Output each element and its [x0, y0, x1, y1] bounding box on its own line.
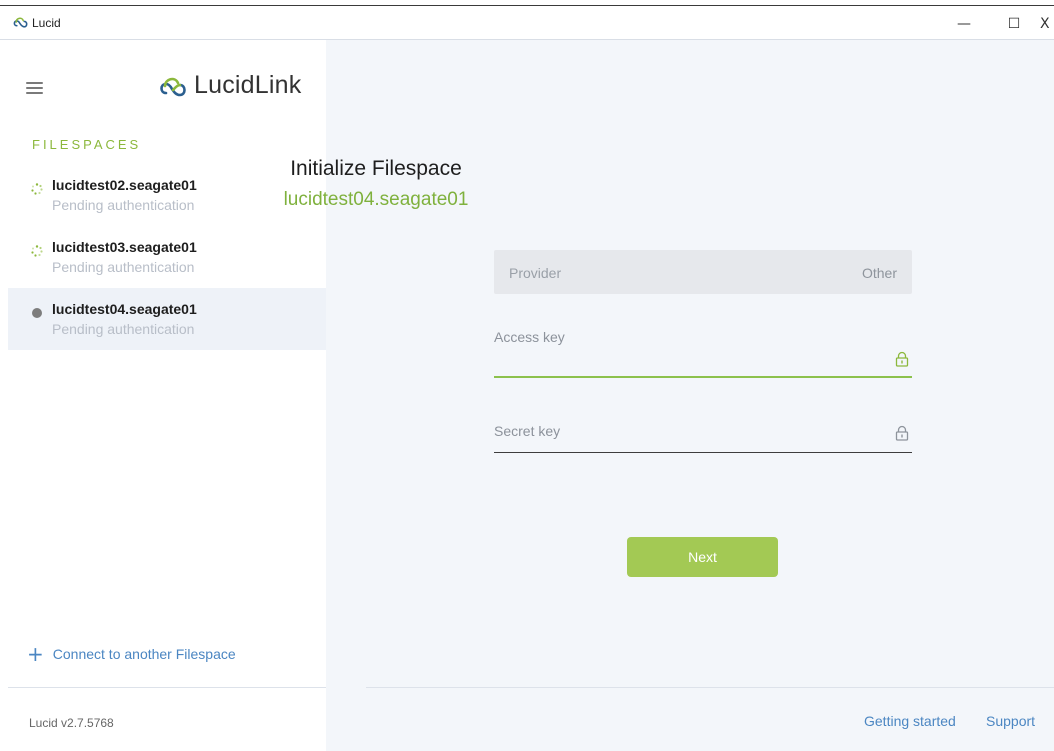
access-key-label: Access key — [494, 329, 565, 345]
plus-icon: + — [27, 642, 44, 666]
getting-started-link[interactable]: Getting started — [864, 713, 956, 729]
filespace-status: Pending authentication — [52, 321, 195, 337]
secret-key-underline — [494, 452, 912, 453]
lucidlink-logo: LucidLink — [157, 71, 301, 100]
maximize-button[interactable]: ☐ — [994, 10, 1034, 38]
sidebar-divider — [8, 687, 326, 688]
filespace-status: Pending authentication — [52, 259, 195, 275]
provider-label: Provider — [509, 265, 562, 281]
main-panel — [326, 40, 1054, 751]
lucidlink-logo-icon — [160, 77, 186, 96]
lock-icon — [895, 425, 909, 441]
filespace-item[interactable]: lucidtest03.seagate01 Pending authentica… — [8, 226, 326, 288]
filespace-item-selected[interactable]: lucidtest04.seagate01 Pending authentica… — [8, 288, 326, 350]
top-border — [0, 5, 1054, 6]
connect-filespace-link[interactable]: + Connect to another Filespace — [27, 642, 236, 666]
lock-icon — [895, 351, 909, 367]
lucid-app-icon — [13, 17, 28, 28]
support-link[interactable]: Support — [986, 713, 1035, 729]
page-title: Initialize Filespace — [290, 157, 462, 180]
provider-value: Other — [861, 265, 897, 281]
close-button[interactable]: X — [1040, 10, 1054, 38]
next-button[interactable]: Next — [627, 537, 778, 577]
access-key-underline — [494, 376, 912, 378]
filespace-subtitle: lucidtest04.seagate01 — [283, 189, 469, 210]
filespaces-heading: FILESPACES — [32, 137, 142, 152]
connect-filespace-label: Connect to another Filespace — [52, 646, 236, 662]
secret-key-input[interactable] — [494, 424, 884, 448]
secret-key-field[interactable]: Secret key — [494, 420, 912, 456]
access-key-field[interactable]: Access key — [494, 326, 912, 380]
filespace-name: lucidtest03.seagate01 — [52, 239, 197, 255]
footer-divider — [366, 687, 1054, 688]
provider-select[interactable]: Provider Other — [494, 250, 912, 294]
version-label: Lucid v2.7.5768 — [29, 716, 114, 730]
access-key-input[interactable] — [494, 350, 884, 374]
logo-text: LucidLink — [194, 71, 302, 99]
filespace-name: lucidtest04.seagate01 — [52, 301, 197, 317]
window-title: Lucid — [32, 16, 61, 30]
hamburger-menu-icon[interactable] — [26, 82, 43, 94]
status-dot-icon — [31, 307, 43, 319]
spinner-icon — [31, 245, 43, 257]
title-bar: Lucid — ☐ X — [0, 0, 1054, 40]
minimize-button[interactable]: — — [944, 10, 984, 38]
